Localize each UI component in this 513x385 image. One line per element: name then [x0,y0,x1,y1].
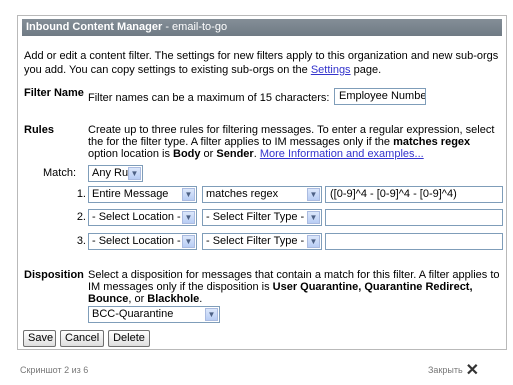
window-title-org: - email-to-go [162,21,228,33]
more-information-link[interactable]: More Information and examples... [260,148,424,160]
rules-desc-part: or [200,148,217,160]
rules-desc-bold: Body [173,148,201,160]
chevron-down-icon: ▼ [128,167,141,180]
disposition-desc-part: . [199,293,203,305]
rule-2-location-value: - Select Location - [92,211,181,223]
settings-link[interactable]: Settings [311,64,351,76]
close-icon: ✕ [465,361,480,379]
window-title: Inbound Content Manager - email-to-go [22,19,502,36]
chevron-down-icon: ▼ [307,188,320,201]
chevron-down-icon: ▼ [182,188,195,201]
rules-description: Create up to three rules for filtering m… [88,124,502,160]
rule-2-type-select[interactable]: - Select Filter Type - ▼ [202,209,322,226]
filter-name-input[interactable]: Employee Number [334,88,426,105]
disposition-desc-bold: Blackhole [147,293,200,305]
rule-2-type-value: - Select Filter Type - [206,211,305,223]
chevron-down-icon: ▼ [182,211,195,224]
filter-name-label: Filter Name [24,87,84,99]
rule-1-number: 1. [76,188,86,200]
close-label: Закрыть [428,365,463,375]
chevron-down-icon: ▼ [182,235,195,248]
rules-label: Rules [24,124,54,136]
rule-3-value-input[interactable] [325,233,503,250]
screenshot-counter: Скриншот 2 из 6 [20,365,89,375]
chevron-down-icon: ▼ [307,235,320,248]
content-filter-dialog: Inbound Content Manager - email-to-go Ad… [17,15,507,350]
rule-1-location-value: Entire Message [92,188,169,200]
rule-3-type-select[interactable]: - Select Filter Type - ▼ [202,233,322,250]
rule-3-number: 3. [76,235,86,247]
intro-text-end: page. [350,64,382,76]
rule-1-location-select[interactable]: Entire Message ▼ [88,186,197,203]
match-label: Match: [43,167,77,179]
rule-2-number: 2. [76,211,86,223]
rule-3-type-value: - Select Filter Type - [206,235,305,247]
delete-button[interactable]: Delete [108,330,150,347]
filter-name-hint: Filter names can be a maximum of 15 char… [88,92,330,104]
rule-3-location-select[interactable]: - Select Location - ▼ [88,233,197,250]
cancel-button[interactable]: Cancel [60,330,104,347]
rule-1-type-select[interactable]: matches regex ▼ [202,186,322,203]
disposition-label: Disposition [24,269,84,281]
intro-text-part: Add or edit a content filter. The settin… [24,50,499,76]
rules-desc-bold: Sender [216,148,254,160]
chevron-down-icon: ▼ [307,211,320,224]
save-button[interactable]: Save [23,330,56,347]
rule-3-location-value: - Select Location - [92,235,181,247]
match-select[interactable]: Any Rule ▼ [88,165,143,182]
intro-text: Add or edit a content filter. The settin… [24,49,502,77]
rule-2-value-input[interactable] [325,209,503,226]
rule-1-value-input[interactable]: ([0-9]^4 - [0-9]^4 - [0-9]^4) [325,186,503,203]
disposition-select[interactable]: BCC-Quarantine ▼ [88,306,220,323]
disposition-description: Select a disposition for messages that c… [88,269,504,305]
rule-1-type-value: matches regex [206,188,279,200]
disposition-desc-part: , or [128,293,148,305]
window-title-main: Inbound Content Manager [26,21,163,33]
chevron-down-icon: ▼ [205,308,218,321]
rules-desc-part: option location is [88,148,173,160]
rules-desc-bold: matches regex [393,136,471,148]
rule-2-location-select[interactable]: - Select Location - ▼ [88,209,197,226]
disposition-select-value: BCC-Quarantine [92,308,174,320]
close-button[interactable]: Закрыть ✕ [428,362,479,379]
